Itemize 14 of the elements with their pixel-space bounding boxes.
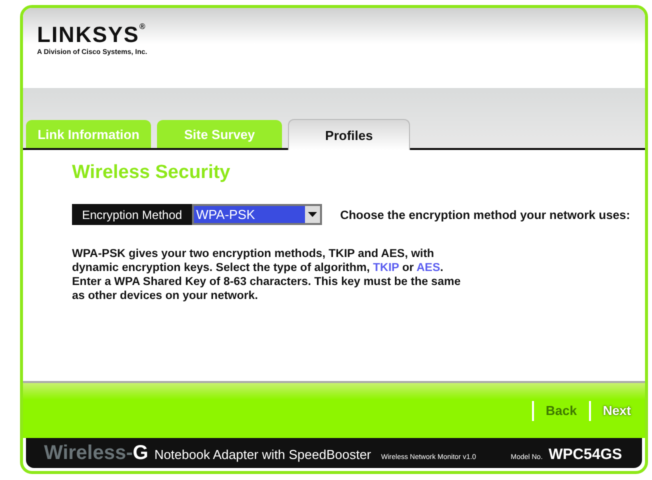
hint-text: Choose the encryption method your network uses: — [340, 208, 630, 222]
section-title: Wireless Security — [72, 162, 232, 184]
product-brand: Wireless- — [44, 442, 133, 465]
model-number: WPC54GS — [548, 446, 622, 463]
tab[interactable]: Profiles — [288, 119, 410, 150]
description-text: WPA-PSK gives your two encryption methods, TKIP and AES, with dynamic encryption keys. Select the type of algorithm, TKIP or AES. Enter a WPA Shared Key of 8-63 characters. This key must be the same as other devices on your network. — [72, 247, 462, 303]
link[interactable]: AES — [416, 262, 440, 274]
caret-icon — [308, 212, 318, 217]
logo: LINKSYS® — [37, 22, 146, 48]
product-brand-letter: G — [132, 442, 148, 465]
encryption-dropdown[interactable]: WPA-PSK — [192, 204, 322, 225]
product-name: Notebook Adapter with SpeedBooster — [154, 447, 372, 462]
field-label: Encryption Method — [72, 204, 192, 225]
link[interactable]: TKIP — [373, 262, 399, 274]
